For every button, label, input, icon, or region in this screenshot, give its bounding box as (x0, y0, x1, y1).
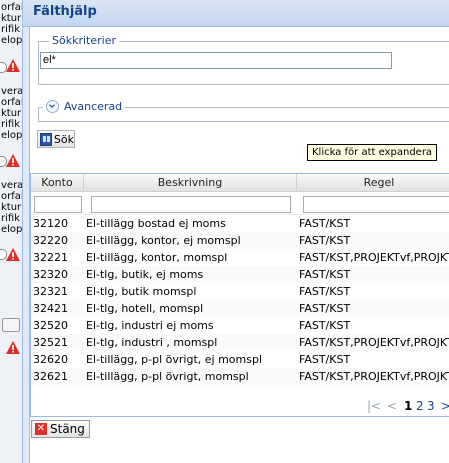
advanced-fieldset: Avancerad (38, 100, 449, 122)
cell-konto: 32421 (33, 302, 68, 315)
bg-text: orfal (1, 97, 22, 108)
warning-icon (6, 59, 20, 72)
table-row[interactable]: 32320 El-tlg, butik, ej moms FAST/KST (31, 266, 449, 283)
table-row[interactable]: 32421 El-tlg, hotell, momspl FAST/KST (31, 300, 449, 317)
advanced-toggle[interactable]: Avancerad (43, 100, 126, 113)
table-row[interactable]: 32221 El-tillägg, kontor, momspl FAST/KST,… (31, 249, 449, 266)
expand-tooltip: Klicka för att expandera (307, 144, 438, 161)
cell-beskrivning: El-tillägg, kontor, momspl (86, 251, 228, 264)
filter-regel-input[interactable] (303, 196, 449, 213)
table-row[interactable]: 32521 El-tlg, industri , momspl FAST/KST,P… (31, 334, 449, 351)
search-input[interactable] (40, 52, 392, 69)
cell-beskrivning: El-tillägg, p-pl övrigt, momspl (86, 370, 249, 383)
table-row[interactable]: 32620 El-tillägg, p-pl övrigt, ej momspl F… (31, 351, 449, 368)
cell-konto: 32621 (33, 370, 68, 383)
warning-icon (6, 248, 20, 261)
background-group-3: vera orfal ktur rifik elopp (0, 180, 22, 235)
first-page-link[interactable]: |< (367, 399, 381, 413)
background-group-1: orfal ktur rifik elopp (0, 2, 22, 46)
bg-text: rifik (1, 119, 20, 130)
warning-icon (6, 341, 20, 354)
cell-regel: FAST/KST (299, 217, 351, 230)
next-page-link[interactable]: > (441, 399, 449, 413)
cell-beskrivning: El-tlg, butik momspl (86, 285, 197, 298)
cell-regel: FAST/KST (299, 319, 351, 332)
cell-konto: 32620 (33, 353, 68, 366)
search-button[interactable]: Sök (37, 130, 75, 148)
cell-konto: 32320 (33, 268, 68, 281)
table-row[interactable]: 32621 El-tillägg, p-pl övrigt, momspl FAST… (31, 368, 449, 385)
bg-text: ktur (1, 108, 22, 119)
bg-text: rifik (1, 213, 20, 224)
filter-konto-input[interactable] (34, 196, 82, 213)
bg-text: ktur (1, 202, 22, 213)
note-icon[interactable] (2, 318, 20, 332)
search-icon (40, 132, 52, 146)
cell-konto: 32521 (33, 336, 68, 349)
cell-regel: FAST/KST,PROJEKTvf,PROJKTO (299, 370, 449, 383)
cell-regel: FAST/KST (299, 234, 351, 247)
cell-beskrivning: El-tillägg bostad ej moms (86, 217, 226, 230)
cell-beskrivning: El-tlg, industri ej moms (86, 319, 214, 332)
bg-text: vera (1, 180, 22, 191)
cell-regel: FAST/KST (299, 353, 351, 366)
cell-konto: 32221 (33, 251, 68, 264)
page-2-link[interactable]: 2 (416, 399, 424, 413)
dialog-titlebar[interactable]: Fälthjälp (23, 0, 449, 27)
pagination: |< < 1 2 3 > (30, 399, 449, 427)
table-row[interactable]: 32321 El-tlg, butik momspl FAST/KST (31, 283, 449, 300)
background-panel: orfal ktur rifik elopp vera orfal ktur r… (0, 0, 23, 463)
chevron-down-icon[interactable] (46, 100, 59, 113)
cell-regel: FAST/KST (299, 285, 351, 298)
filter-beskrivning-input[interactable] (91, 196, 291, 213)
advanced-label: Avancerad (64, 100, 123, 113)
cell-konto: 32321 (33, 285, 68, 298)
bg-text: orfal (1, 191, 22, 202)
cell-konto: 32120 (33, 217, 68, 230)
grid-header: Konto Beskrivning Regel (31, 174, 449, 192)
cell-beskrivning: El-tlg, industri , momspl (86, 336, 218, 349)
results-grid: Konto Beskrivning Regel 32120 El-tillägg … (30, 173, 449, 417)
cell-regel: FAST/KST,PROJEKTvf,PROJKTO (299, 336, 449, 349)
bg-text: vera (1, 86, 22, 97)
cell-konto: 32220 (33, 234, 68, 247)
field-help-dialog: Fälthjälp Sökkriterier Avancerad Sök Kli… (22, 0, 449, 463)
bg-text: elopp (1, 224, 22, 235)
bg-text: elopp (1, 35, 22, 46)
filter-row (31, 192, 449, 215)
close-button[interactable]: ✕ Stäng (31, 420, 90, 438)
column-header-konto[interactable]: Konto (31, 174, 84, 191)
cell-beskrivning: El-tlg, hotell, momspl (86, 302, 204, 315)
prev-page-link[interactable]: < (387, 399, 397, 413)
table-row[interactable]: 32220 El-tillägg, kontor, ej momspl FAST/K… (31, 232, 449, 249)
cell-beskrivning: El-tillägg, p-pl övrigt, ej momspl (86, 353, 262, 366)
warning-icon (6, 154, 20, 167)
cell-regel: FAST/KST (299, 268, 351, 281)
page-3-link[interactable]: 3 (427, 399, 435, 413)
table-row[interactable]: 32120 El-tillägg bostad ej moms FAST/KST (31, 215, 449, 232)
search-button-label: Sök (53, 132, 74, 146)
close-icon: ✕ (35, 423, 47, 435)
column-header-beskrivning[interactable]: Beskrivning (84, 174, 297, 191)
close-button-label: Stäng (50, 422, 85, 436)
dialog-body: Sökkriterier Avancerad Sök Klicka för at… (29, 27, 449, 463)
cell-regel: FAST/KST (299, 302, 351, 315)
column-header-regel[interactable]: Regel (297, 174, 449, 191)
background-group-2: vera orfal ktur rifik elopp (0, 86, 22, 141)
bg-text: elopp (1, 130, 22, 141)
bg-text: orfal (1, 2, 22, 13)
cell-beskrivning: El-tillägg, kontor, ej momspl (86, 234, 241, 247)
table-row[interactable]: 32520 El-tlg, industri ej moms FAST/KST (31, 317, 449, 334)
dialog-title: Fälthjälp (33, 4, 97, 19)
page-1-link[interactable]: 1 (404, 399, 412, 413)
cell-beskrivning: El-tlg, butik, ej moms (86, 268, 204, 281)
bg-text: ktur (1, 13, 22, 24)
cell-regel: FAST/KST,PROJEKTvf,PROJKT (299, 251, 449, 264)
criteria-legend: Sökkriterier (49, 34, 119, 47)
cell-konto: 32520 (33, 319, 68, 332)
bg-text: rifik (1, 24, 20, 35)
